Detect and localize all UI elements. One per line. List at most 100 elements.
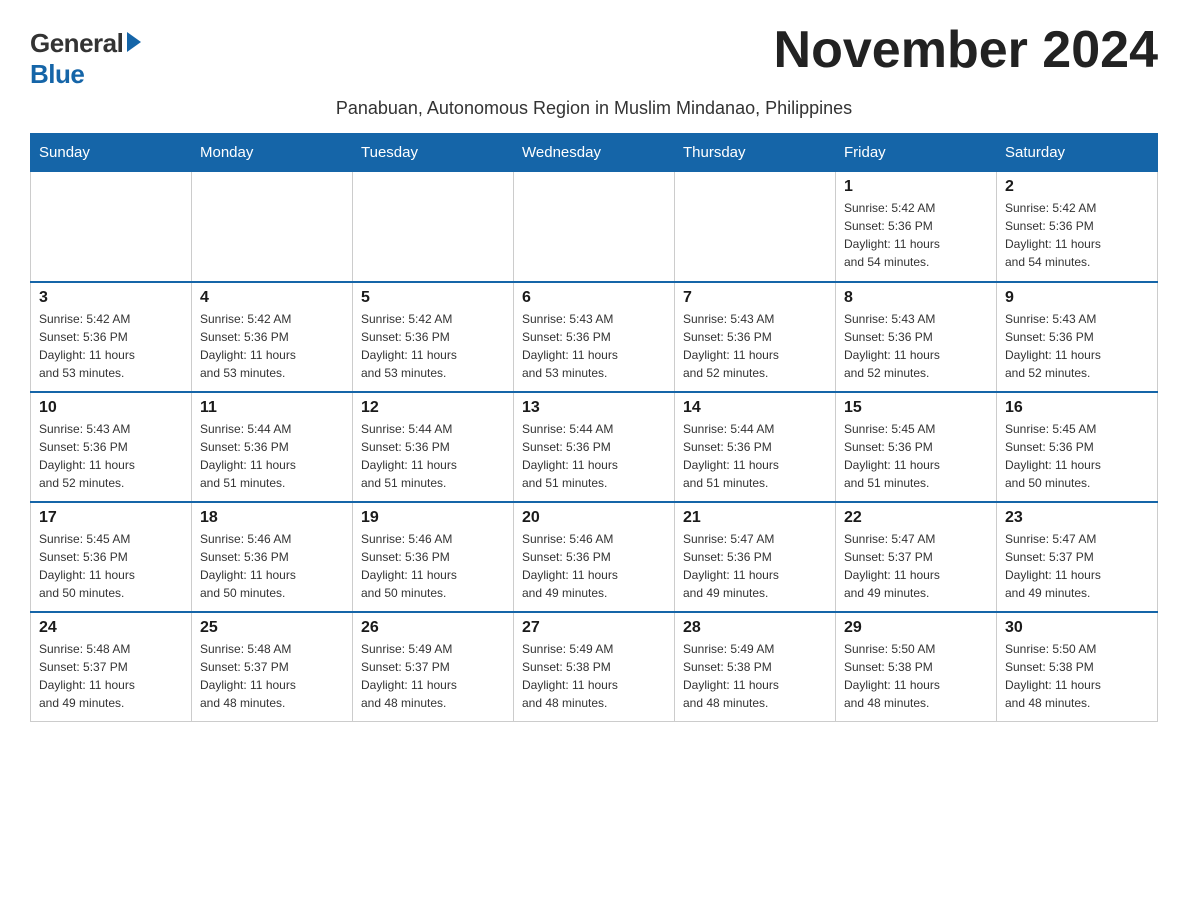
logo-arrow-icon xyxy=(127,32,141,52)
calendar-cell: 5Sunrise: 5:42 AMSunset: 5:36 PMDaylight… xyxy=(353,282,514,392)
day-info: Sunrise: 5:44 AMSunset: 5:36 PMDaylight:… xyxy=(361,420,505,492)
calendar-cell: 13 Sunrise: 5:44 AMSunset: 5:36 PMDayligh… xyxy=(514,392,675,502)
day-info: Sunrise: 5:42 AMSunset: 5:36 PMDaylight:… xyxy=(200,310,344,382)
calendar-cell: 2 Sunrise: 5:42 AMSunset: 5:36 PMDaylight… xyxy=(997,172,1158,282)
calendar-cell: 1 Sunrise: 5:42 AMSunset: 5:36 PMDaylight… xyxy=(836,172,997,282)
calendar-cell xyxy=(31,172,192,282)
weekday-header-friday: Friday xyxy=(836,134,997,172)
day-info: Sunrise: 5:50 AMSunset: 5:38 PMDaylight:… xyxy=(844,640,988,712)
calendar-cell xyxy=(675,172,836,282)
calendar-cell xyxy=(192,172,353,282)
day-info: Sunrise: 5:48 AMSunset: 5:37 PMDaylight:… xyxy=(200,640,344,712)
calendar-cell: 10 Sunrise: 5:43 AMSunset: 5:36 PMDayligh… xyxy=(31,392,192,502)
calendar-cell: 29 Sunrise: 5:50 AMSunset: 5:38 PMDayligh… xyxy=(836,612,997,722)
calendar-week-row: 17 Sunrise: 5:45 AMSunset: 5:36 PMDayligh… xyxy=(31,502,1158,612)
day-info: Sunrise: 5:43 AMSunset: 5:36 PMDaylight:… xyxy=(39,420,183,492)
day-info: Sunrise: 5:47 AMSunset: 5:37 PMDaylight:… xyxy=(1005,530,1149,602)
day-number: 2 xyxy=(1005,178,1149,196)
day-number: 23 xyxy=(1005,509,1149,527)
calendar-cell: 25 Sunrise: 5:48 AMSunset: 5:37 PMDayligh… xyxy=(192,612,353,722)
day-info: Sunrise: 5:47 AMSunset: 5:37 PMDaylight:… xyxy=(844,530,988,602)
day-number: 8 xyxy=(844,289,988,307)
day-number: 25 xyxy=(200,619,344,637)
calendar-week-row: 24 Sunrise: 5:48 AMSunset: 5:37 PMDayligh… xyxy=(31,612,1158,722)
calendar-cell: 19 Sunrise: 5:46 AMSunset: 5:36 PMDayligh… xyxy=(353,502,514,612)
calendar-cell: 23 Sunrise: 5:47 AMSunset: 5:37 PMDayligh… xyxy=(997,502,1158,612)
day-number: 26 xyxy=(361,619,505,637)
day-number: 13 xyxy=(522,399,666,417)
calendar-cell: 21Sunrise: 5:47 AMSunset: 5:36 PMDayligh… xyxy=(675,502,836,612)
calendar-cell: 30Sunrise: 5:50 AMSunset: 5:38 PMDayligh… xyxy=(997,612,1158,722)
day-number: 29 xyxy=(844,619,988,637)
weekday-header-tuesday: Tuesday xyxy=(353,134,514,172)
day-number: 4 xyxy=(200,289,344,307)
day-number: 22 xyxy=(844,509,988,527)
day-info: Sunrise: 5:46 AMSunset: 5:36 PMDaylight:… xyxy=(361,530,505,602)
day-number: 24 xyxy=(39,619,183,637)
day-number: 19 xyxy=(361,509,505,527)
calendar-cell: 17 Sunrise: 5:45 AMSunset: 5:36 PMDayligh… xyxy=(31,502,192,612)
day-info: Sunrise: 5:44 AMSunset: 5:36 PMDaylight:… xyxy=(200,420,344,492)
calendar-cell: 18 Sunrise: 5:46 AMSunset: 5:36 PMDayligh… xyxy=(192,502,353,612)
day-info: Sunrise: 5:46 AMSunset: 5:36 PMDaylight:… xyxy=(200,530,344,602)
day-info: Sunrise: 5:43 AMSunset: 5:36 PMDaylight:… xyxy=(844,310,988,382)
day-info: Sunrise: 5:42 AMSunset: 5:36 PMDaylight:… xyxy=(361,310,505,382)
calendar-cell: 7 Sunrise: 5:43 AMSunset: 5:36 PMDaylight… xyxy=(675,282,836,392)
weekday-header-wednesday: Wednesday xyxy=(514,134,675,172)
calendar-cell: 15Sunrise: 5:45 AMSunset: 5:36 PMDayligh… xyxy=(836,392,997,502)
day-number: 15 xyxy=(844,399,988,417)
day-info: Sunrise: 5:43 AMSunset: 5:36 PMDaylight:… xyxy=(522,310,666,382)
calendar-cell: 8 Sunrise: 5:43 AMSunset: 5:36 PMDaylight… xyxy=(836,282,997,392)
day-info: Sunrise: 5:49 AMSunset: 5:38 PMDaylight:… xyxy=(683,640,827,712)
calendar-cell: 24 Sunrise: 5:48 AMSunset: 5:37 PMDayligh… xyxy=(31,612,192,722)
logo-general-text: General xyxy=(30,28,123,59)
day-info: Sunrise: 5:44 AMSunset: 5:36 PMDaylight:… xyxy=(522,420,666,492)
calendar-cell: 11Sunrise: 5:44 AMSunset: 5:36 PMDayligh… xyxy=(192,392,353,502)
calendar-week-row: 3 Sunrise: 5:42 AMSunset: 5:36 PMDaylight… xyxy=(31,282,1158,392)
day-info: Sunrise: 5:42 AMSunset: 5:36 PMDaylight:… xyxy=(39,310,183,382)
subtitle: Panabuan, Autonomous Region in Muslim Mi… xyxy=(30,98,1158,119)
day-number: 7 xyxy=(683,289,827,307)
calendar-cell: 4 Sunrise: 5:42 AMSunset: 5:36 PMDaylight… xyxy=(192,282,353,392)
header: General Blue November 2024 xyxy=(30,20,1158,90)
day-info: Sunrise: 5:45 AMSunset: 5:36 PMDaylight:… xyxy=(39,530,183,602)
day-number: 1 xyxy=(844,178,988,196)
logo-blue-text: Blue xyxy=(30,59,84,90)
day-info: Sunrise: 5:49 AMSunset: 5:37 PMDaylight:… xyxy=(361,640,505,712)
day-info: Sunrise: 5:50 AMSunset: 5:38 PMDaylight:… xyxy=(1005,640,1149,712)
calendar-cell: 20Sunrise: 5:46 AMSunset: 5:36 PMDayligh… xyxy=(514,502,675,612)
calendar-cell: 6 Sunrise: 5:43 AMSunset: 5:36 PMDaylight… xyxy=(514,282,675,392)
day-number: 27 xyxy=(522,619,666,637)
calendar-cell: 22 Sunrise: 5:47 AMSunset: 5:37 PMDayligh… xyxy=(836,502,997,612)
day-number: 18 xyxy=(200,509,344,527)
calendar-cell: 12 Sunrise: 5:44 AMSunset: 5:36 PMDayligh… xyxy=(353,392,514,502)
day-number: 28 xyxy=(683,619,827,637)
calendar-cell xyxy=(514,172,675,282)
calendar-cell: 26 Sunrise: 5:49 AMSunset: 5:37 PMDayligh… xyxy=(353,612,514,722)
day-number: 10 xyxy=(39,399,183,417)
day-number: 20 xyxy=(522,509,666,527)
day-info: Sunrise: 5:43 AMSunset: 5:36 PMDaylight:… xyxy=(1005,310,1149,382)
calendar-cell: 28 Sunrise: 5:49 AMSunset: 5:38 PMDayligh… xyxy=(675,612,836,722)
day-info: Sunrise: 5:42 AMSunset: 5:36 PMDaylight:… xyxy=(844,199,988,271)
logo: General Blue xyxy=(30,28,141,90)
calendar-cell: 14Sunrise: 5:44 AMSunset: 5:36 PMDayligh… xyxy=(675,392,836,502)
day-number: 6 xyxy=(522,289,666,307)
weekday-header-monday: Monday xyxy=(192,134,353,172)
day-info: Sunrise: 5:42 AMSunset: 5:36 PMDaylight:… xyxy=(1005,199,1149,271)
calendar-cell: 3 Sunrise: 5:42 AMSunset: 5:36 PMDaylight… xyxy=(31,282,192,392)
day-number: 17 xyxy=(39,509,183,527)
day-number: 3 xyxy=(39,289,183,307)
day-info: Sunrise: 5:48 AMSunset: 5:37 PMDaylight:… xyxy=(39,640,183,712)
day-number: 9 xyxy=(1005,289,1149,307)
calendar-cell: 16Sunrise: 5:45 AMSunset: 5:36 PMDayligh… xyxy=(997,392,1158,502)
weekday-header-row: SundayMondayTuesdayWednesdayThursdayFrid… xyxy=(31,134,1158,172)
day-number: 16 xyxy=(1005,399,1149,417)
calendar: SundayMondayTuesdayWednesdayThursdayFrid… xyxy=(30,133,1158,722)
day-number: 12 xyxy=(361,399,505,417)
weekday-header-sunday: Sunday xyxy=(31,134,192,172)
calendar-cell: 27Sunrise: 5:49 AMSunset: 5:38 PMDayligh… xyxy=(514,612,675,722)
day-info: Sunrise: 5:43 AMSunset: 5:36 PMDaylight:… xyxy=(683,310,827,382)
month-title: November 2024 xyxy=(774,20,1158,80)
calendar-cell: 9 Sunrise: 5:43 AMSunset: 5:36 PMDaylight… xyxy=(997,282,1158,392)
